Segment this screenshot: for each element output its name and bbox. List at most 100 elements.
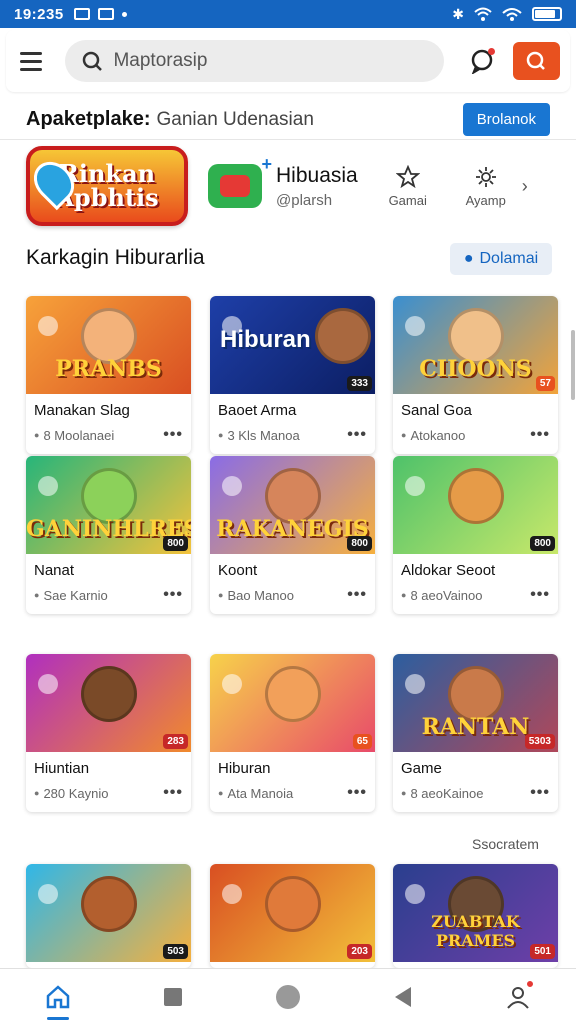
game-card[interactable]: CIIOONS 57 Sanal Goa ● Atokanoo ••• — [393, 296, 558, 454]
game-thumbnail: 65 — [210, 654, 375, 752]
nav-recent[interactable] — [143, 972, 203, 1022]
game-badge: 501 — [530, 944, 555, 959]
game-thumbnail: ZUABTAK PRAMES 501 — [393, 864, 558, 962]
featured-action-ayamp[interactable]: Ayamp — [458, 165, 514, 208]
action-label: Gamai — [388, 192, 427, 208]
more-options-icon[interactable]: ••• — [163, 784, 183, 802]
more-options-icon[interactable]: ••• — [530, 586, 550, 604]
candy-art — [405, 316, 425, 336]
game-meta: Atokanoo — [410, 427, 466, 443]
notification-button[interactable] — [462, 40, 503, 82]
square-icon — [163, 987, 182, 1006]
game-title: Hiuntian — [34, 760, 90, 777]
nav-profile[interactable] — [488, 972, 548, 1022]
candy-art — [405, 884, 425, 904]
game-card[interactable]: RAKANEGIS 800 Koont ● Bao Manoo ••• — [210, 456, 375, 614]
featured-action-gamai[interactable]: Gamai — [380, 164, 436, 208]
game-meta: 3 Kls Manoa — [227, 427, 300, 443]
location-icon: ● — [34, 430, 40, 440]
game-card[interactable]: 800 Aldokar Seoot ● 8 aeoVainoo ••• — [393, 456, 558, 614]
back-icon — [395, 986, 412, 1007]
home-icon — [46, 984, 69, 1008]
chevron-right-icon[interactable]: › — [522, 176, 528, 197]
game-title: Aldokar Seoot — [401, 562, 496, 579]
candy-art — [38, 316, 58, 336]
signal-icon — [502, 8, 522, 21]
game-thumbnail: 800 — [393, 456, 558, 554]
game-title: Baoet Arma — [218, 402, 297, 419]
game-thumbnail: GANINHLRES 800 — [26, 456, 191, 554]
section-button[interactable]: ● Dolamai — [450, 243, 552, 275]
game-badge: 203 — [347, 944, 372, 959]
game-badge: 800 — [163, 536, 188, 551]
character-art — [448, 468, 504, 524]
game-art-title: Hiburan — [220, 326, 311, 353]
game-thumbnail: RAKANEGIS 800 — [210, 456, 375, 554]
featured-logo[interactable]: Rinkan Apbhtis — [25, 146, 188, 226]
location-icon: ● — [401, 788, 407, 798]
game-thumbnail: 203 — [210, 864, 375, 962]
game-title: Manakan Slag — [34, 402, 130, 419]
game-meta: 280 Kaynio — [43, 785, 109, 801]
app-bar — [6, 30, 570, 92]
search-box[interactable] — [65, 40, 444, 82]
nav-back[interactable] — [373, 972, 433, 1022]
game-meta: 8 Moolanaei — [43, 427, 115, 443]
game-meta: Bao Manoo — [227, 587, 294, 603]
wifi-icon — [474, 7, 492, 21]
more-options-icon[interactable]: ••• — [163, 586, 183, 604]
game-title: Game — [401, 760, 442, 777]
candy-art — [222, 674, 242, 694]
game-badge: 5303 — [524, 734, 555, 749]
game-card[interactable]: 65 Hiburan ● Ata Manoia ••• — [210, 654, 375, 812]
menu-icon[interactable] — [20, 45, 51, 77]
game-card[interactable]: Hiburan 333 Baoet Arma ● 3 Kls Manoa ••• — [210, 296, 375, 454]
see-more-link[interactable]: Ssocratem — [472, 836, 539, 852]
game-card[interactable]: 283 Hiuntian ● 280 Kaynio ••• — [26, 654, 191, 812]
game-thumbnail: CIIOONS 57 — [393, 296, 558, 394]
more-options-icon[interactable]: ••• — [163, 426, 183, 444]
game-card[interactable]: 503 — [26, 864, 191, 968]
notification-icon — [73, 8, 90, 20]
candy-art — [405, 476, 425, 496]
nav-home-circle[interactable] — [258, 972, 318, 1022]
mail-icon — [97, 8, 114, 20]
location-icon: ● — [34, 788, 40, 798]
action-label: Ayamp — [465, 192, 506, 208]
game-card[interactable]: RANTAN 5303 Game ● 8 aeoKainoe ••• — [393, 654, 558, 812]
store-subtitle: Ganian Udenasian — [156, 108, 314, 130]
store-action-button[interactable]: Brolanok — [462, 103, 550, 136]
game-badge: 57 — [535, 376, 555, 391]
game-badge: 800 — [530, 536, 555, 551]
section-button-label: Dolamai — [479, 250, 539, 267]
dot-icon — [121, 11, 127, 17]
search-input[interactable] — [113, 50, 414, 72]
search-button[interactable] — [512, 42, 560, 80]
candy-art — [405, 674, 425, 694]
nav-home[interactable] — [28, 972, 88, 1022]
candy-art — [38, 674, 58, 694]
game-card[interactable]: 203 — [210, 864, 375, 968]
more-options-icon[interactable]: ••• — [347, 784, 367, 802]
featured-app-icon[interactable]: + — [208, 154, 272, 208]
candy-art — [222, 476, 242, 496]
location-icon: ● — [218, 590, 224, 600]
featured-app-name: Hibuasia — [276, 163, 358, 187]
more-options-icon[interactable]: ••• — [530, 426, 550, 444]
game-card[interactable]: ZUABTAK PRAMES 501 — [393, 864, 558, 968]
game-card[interactable]: GANINHLRES 800 Nanat ● Sae Karnio ••• — [26, 456, 191, 614]
scrollbar[interactable] — [571, 330, 575, 400]
store-header: Apaketplake: Ganian Udenasian Brolanok — [0, 100, 576, 140]
gear-icon — [475, 166, 496, 187]
game-card[interactable]: PRANBS Manakan Slag ● 8 Moolanaei ••• — [26, 296, 191, 454]
more-options-icon[interactable]: ••• — [347, 426, 367, 444]
game-thumbnail: Hiburan 333 — [210, 296, 375, 394]
character-art — [81, 666, 137, 722]
more-options-icon[interactable]: ••• — [530, 784, 550, 802]
game-meta: Sae Karnio — [43, 587, 108, 603]
status-time: 19:235 — [14, 5, 64, 23]
candy-art — [38, 884, 58, 904]
location-icon: ● — [218, 788, 224, 798]
game-thumbnail: RANTAN 5303 — [393, 654, 558, 752]
more-options-icon[interactable]: ••• — [347, 586, 367, 604]
